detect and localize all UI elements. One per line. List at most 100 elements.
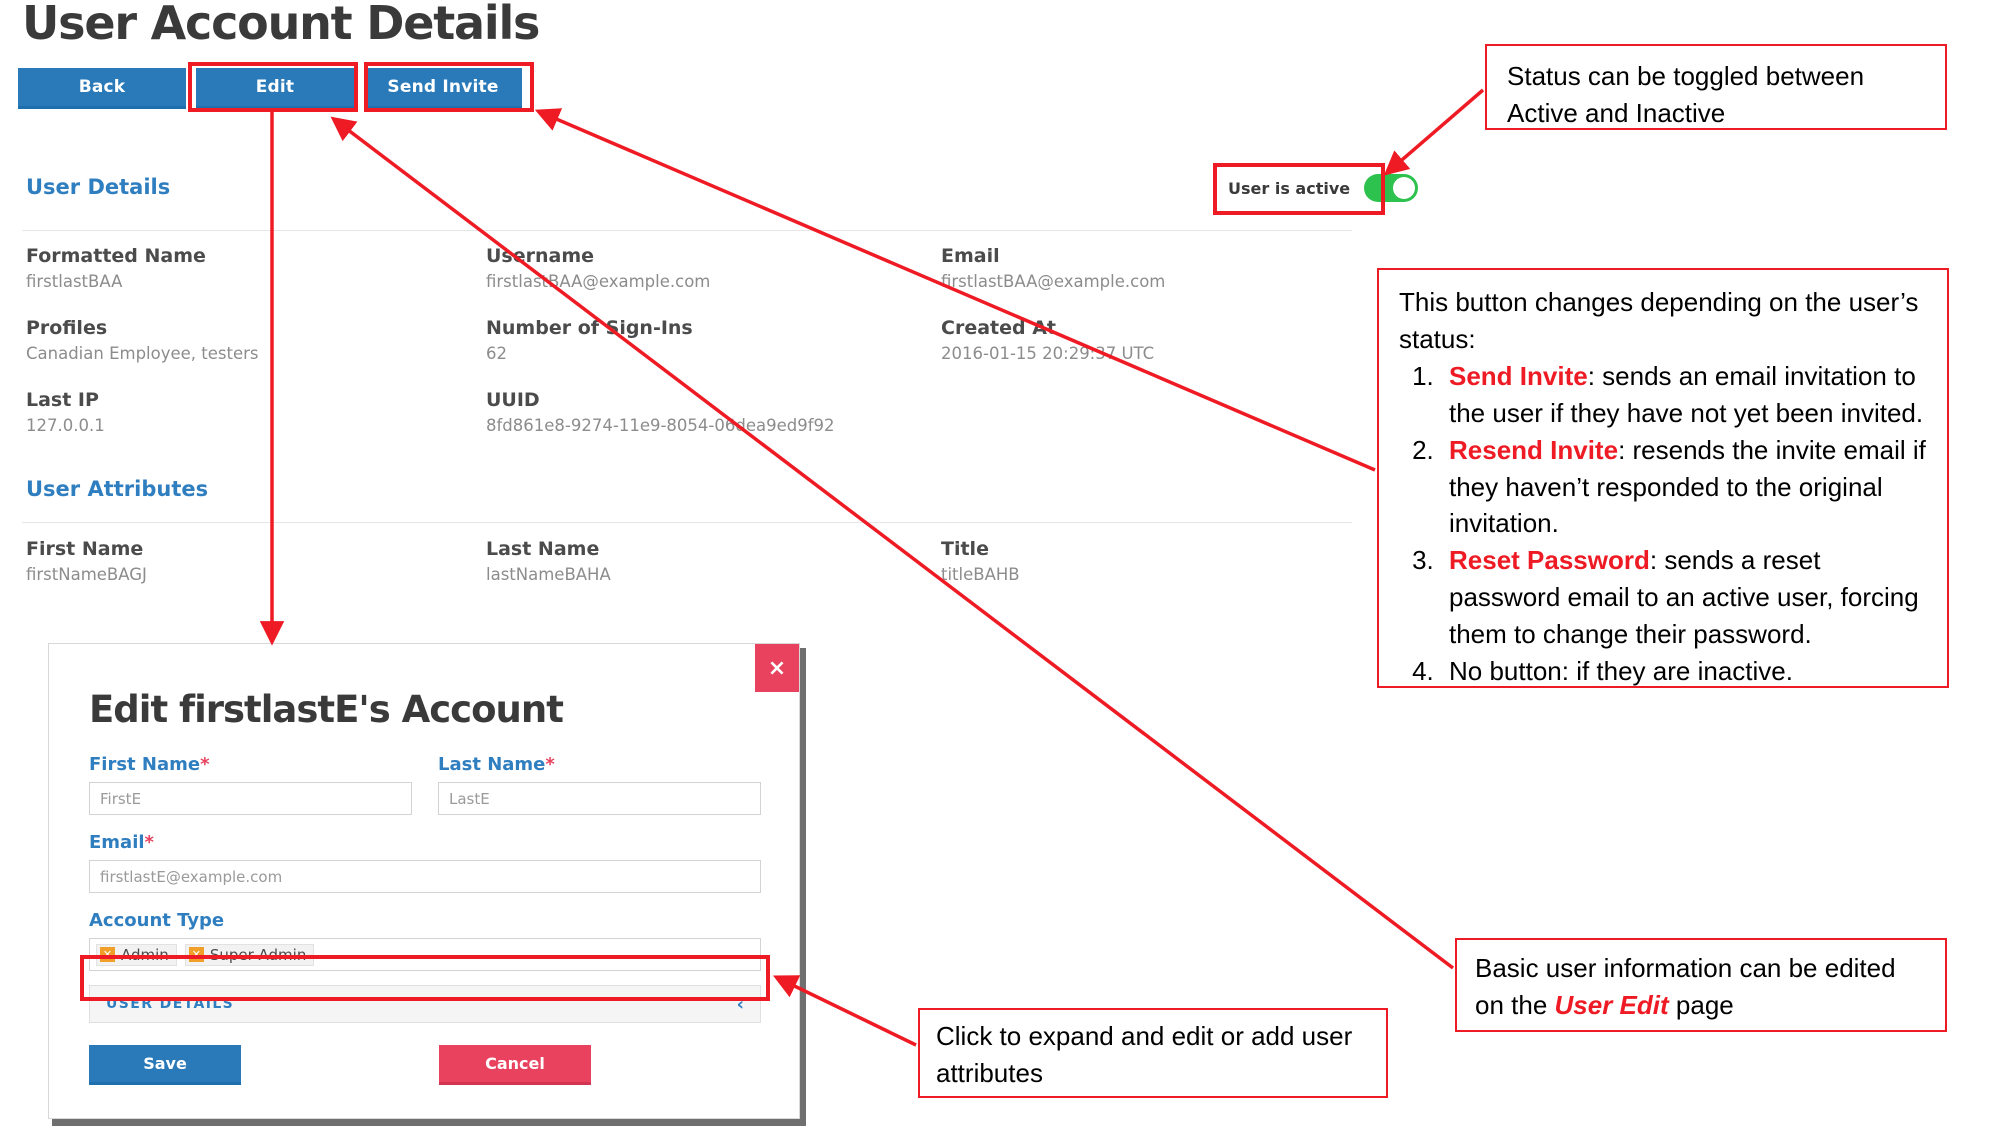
required-marker: *: [545, 754, 555, 775]
callout-basic-em: User Edit: [1554, 989, 1669, 1020]
list-item: Resend Invite: resends the invite email …: [1441, 432, 1929, 543]
first-name-group: First Name*: [89, 754, 412, 815]
field-value: firstlastBAA@example.com: [486, 272, 711, 291]
remove-tag-icon[interactable]: ✕: [188, 947, 204, 962]
field-username: Username firstlastBAA@example.com: [486, 245, 941, 291]
account-type-label: Account Type: [89, 910, 225, 931]
chevron-left-icon: ‹: [736, 993, 744, 1015]
last-name-input[interactable]: [438, 782, 761, 815]
first-name-label-text: First Name: [89, 754, 201, 775]
account-type-tag-input[interactable]: ✕ Admin ✕ Super Admin: [89, 938, 761, 971]
user-details-accordion[interactable]: USER DETAILS ‹: [89, 985, 761, 1023]
first-name-input[interactable]: [89, 782, 412, 815]
callout-button-list: Send Invite: sends an email invitation t…: [1399, 358, 1929, 690]
field-label: Username: [486, 245, 595, 267]
user-active-toggle-switch[interactable]: [1364, 174, 1419, 202]
user-status-toggle-group[interactable]: User is active: [1218, 168, 1428, 208]
callout-button-behavior: This button changes depending on the use…: [1377, 268, 1949, 688]
email-label-text: Email: [89, 832, 145, 853]
required-marker: *: [144, 832, 154, 853]
field-label: Profiles: [26, 317, 108, 339]
arrow-status-to-toggle: [1383, 88, 1485, 176]
field-uuid: UUID 8fd861e8-9274-11e9-8054-06dea9ed9f9…: [486, 389, 941, 435]
field-value: Canadian Employee, testers: [26, 344, 259, 363]
term-resend-invite: Resend Invite: [1449, 434, 1619, 465]
divider: [22, 230, 1352, 231]
field-value: 127.0.0.1: [26, 416, 105, 435]
email-group: Email*: [89, 832, 761, 893]
tag-label: Admin: [121, 945, 169, 964]
callout-basic-info: Basic user information can be edited on …: [1455, 938, 1947, 1032]
field-value: lastNameBAHA: [486, 565, 611, 584]
attr-title: Title titleBAHB: [941, 538, 1356, 584]
accordion-label: USER DETAILS: [106, 996, 235, 1012]
field-email: Email firstlastBAA@example.com: [941, 245, 1356, 291]
user-status-label: User is active: [1228, 178, 1351, 198]
remove-tag-icon[interactable]: ✕: [100, 947, 115, 962]
field-label: Email: [941, 245, 1000, 267]
close-icon[interactable]: ×: [755, 644, 799, 692]
field-label: Last IP: [26, 389, 99, 411]
term-reset-password: Reset Password: [1449, 545, 1650, 576]
toggle-knob-icon: [1393, 177, 1416, 199]
list-item: Send Invite: sends an email invitation t…: [1441, 358, 1929, 432]
required-marker: *: [200, 754, 210, 775]
term-no-button: No button: if they are inactive.: [1449, 656, 1793, 687]
field-label: UUID: [486, 389, 540, 411]
last-name-group: Last Name*: [438, 754, 761, 815]
callout-status-text: Status can be toggled between Active and…: [1507, 61, 1865, 128]
edit-account-form: First Name* Last Name* Email* A: [89, 754, 761, 1085]
user-details-heading: User Details: [26, 175, 171, 199]
last-name-label: Last Name*: [438, 754, 761, 775]
callout-button-intro: This button changes depending on the use…: [1399, 287, 1919, 354]
field-value: firstlastBAA@example.com: [941, 272, 1166, 291]
first-name-label: First Name*: [89, 754, 412, 775]
modal-title: Edit firstlastE's Account: [89, 688, 564, 731]
term-send-invite: Send Invite: [1449, 360, 1588, 391]
email-label: Email*: [89, 832, 761, 853]
list-item: Reset Password: sends a reset password e…: [1441, 542, 1929, 653]
screenshot-root: User Account Details Back Edit Send Invi…: [0, 0, 2004, 1146]
field-value: 8fd861e8-9274-11e9-8054-06dea9ed9f92: [486, 416, 835, 435]
back-button[interactable]: Back: [18, 68, 186, 109]
page-title: User Account Details: [22, 0, 540, 50]
field-created-at: Created At 2016-01-15 20:29:37 UTC: [941, 317, 1356, 363]
modal-button-row: Save Cancel: [89, 1045, 761, 1085]
attr-last-name: Last Name lastNameBAHA: [486, 538, 941, 584]
cancel-button[interactable]: Cancel: [439, 1045, 591, 1085]
field-number-of-sign-ins: Number of Sign-Ins 62: [486, 317, 941, 363]
field-value: firstNameBAGJ: [26, 565, 147, 584]
name-row: First Name* Last Name*: [89, 754, 761, 815]
field-profiles: Profiles Canadian Employee, testers: [26, 317, 486, 363]
user-attributes-heading: User Attributes: [26, 477, 209, 501]
field-label: Formatted Name: [26, 245, 206, 267]
field-value: 2016-01-15 20:29:37 UTC: [941, 344, 1155, 363]
save-button[interactable]: Save: [89, 1045, 241, 1085]
list-item: No button: if they are inactive.: [1441, 653, 1929, 690]
tag-super-admin[interactable]: ✕ Super Admin: [184, 943, 315, 966]
field-label: Title: [941, 538, 989, 560]
user-attributes-grid: First Name firstNameBAGJ Last Name lastN…: [26, 538, 1356, 584]
last-name-label-text: Last Name: [438, 754, 546, 775]
tag-admin[interactable]: ✕ Admin: [96, 943, 177, 966]
action-button-row: Back Edit Send Invite: [18, 68, 522, 109]
email-input[interactable]: [89, 860, 761, 893]
edit-account-modal: × Edit firstlastE's Account First Name* …: [48, 643, 800, 1119]
field-value: 62: [486, 344, 507, 363]
callout-status-toggle: Status can be toggled between Active and…: [1485, 44, 1947, 130]
account-type-group: Account Type ✕ Admin ✕ Super Admin: [89, 910, 761, 971]
field-formatted-name: Formatted Name firstlastBAA: [26, 245, 486, 291]
send-invite-button[interactable]: Send Invite: [364, 68, 522, 109]
callout-expand-text: Click to expand and edit or add user att…: [936, 1021, 1353, 1088]
field-label: Created At: [941, 317, 1056, 339]
divider: [22, 522, 1352, 523]
field-label: First Name: [26, 538, 144, 560]
callout-basic-post: page: [1668, 989, 1734, 1020]
field-empty: [941, 389, 1356, 435]
user-details-grid: Formatted Name firstlastBAA Username fir…: [26, 245, 1356, 435]
field-label: Number of Sign-Ins: [486, 317, 693, 339]
edit-button[interactable]: Edit: [196, 68, 354, 109]
field-last-ip: Last IP 127.0.0.1: [26, 389, 486, 435]
tag-label: Super Admin: [209, 945, 307, 964]
attr-first-name: First Name firstNameBAGJ: [26, 538, 486, 584]
